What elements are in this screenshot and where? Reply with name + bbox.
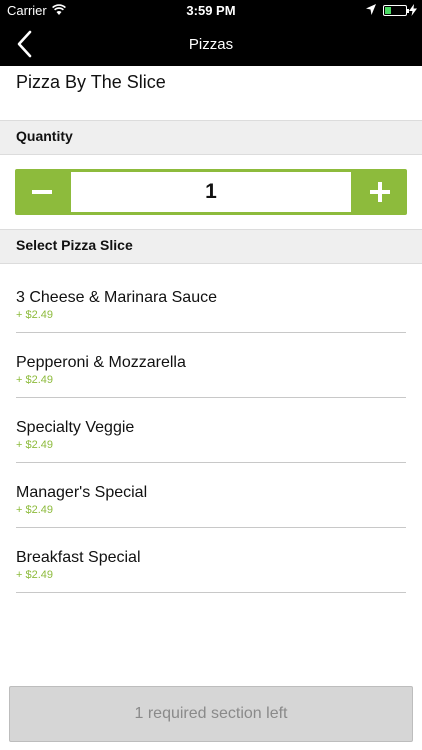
decrement-button[interactable] bbox=[15, 169, 69, 215]
quantity-value[interactable]: 1 bbox=[71, 172, 351, 212]
battery-fill bbox=[385, 7, 391, 14]
option-price: + $2.49 bbox=[16, 309, 54, 321]
option-price: + $2.49 bbox=[16, 374, 54, 386]
option-name: Specialty Veggie bbox=[16, 419, 135, 436]
slice-section-header: Select Pizza Slice bbox=[0, 229, 422, 264]
quantity-stepper: 1 bbox=[15, 169, 407, 215]
option-price: + $2.49 bbox=[16, 569, 54, 581]
option-name: Pepperoni & Mozzarella bbox=[16, 354, 186, 371]
minus-icon bbox=[32, 190, 52, 194]
quantity-section-header: Quantity bbox=[0, 120, 422, 155]
quantity-header-label: Quantity bbox=[16, 128, 73, 144]
slice-option[interactable]: Specialty Veggie + $2.49 bbox=[16, 398, 406, 463]
slice-option[interactable]: Breakfast Special + $2.49 bbox=[16, 528, 406, 593]
slice-option[interactable]: Manager's Special + $2.49 bbox=[16, 463, 406, 528]
location-arrow-icon bbox=[366, 4, 376, 15]
battery-icon bbox=[383, 5, 409, 16]
status-bar: Carrier 3:59 PM bbox=[0, 0, 422, 22]
navigation-bar: Pizzas bbox=[0, 22, 422, 66]
product-title: Pizza By The Slice bbox=[16, 72, 166, 92]
required-section-button[interactable]: 1 required section left bbox=[9, 686, 413, 742]
option-name: 3 Cheese & Marinara Sauce bbox=[16, 289, 217, 306]
option-name: Breakfast Special bbox=[16, 549, 141, 566]
option-price: + $2.49 bbox=[16, 439, 54, 451]
top-bar: Carrier 3:59 PM Pizzas bbox=[0, 0, 422, 66]
option-price: + $2.49 bbox=[16, 504, 54, 516]
option-name: Manager's Special bbox=[16, 484, 148, 501]
slice-option[interactable]: 3 Cheese & Marinara Sauce + $2.49 bbox=[16, 268, 406, 333]
slice-header-label: Select Pizza Slice bbox=[16, 237, 133, 253]
status-time: 3:59 PM bbox=[186, 3, 236, 18]
charging-bolt-icon bbox=[409, 4, 417, 16]
increment-button[interactable] bbox=[353, 169, 407, 215]
plus-icon bbox=[370, 182, 390, 202]
nav-title: Pizzas bbox=[188, 36, 234, 53]
slice-option[interactable]: Pepperoni & Mozzarella + $2.49 bbox=[16, 333, 406, 398]
